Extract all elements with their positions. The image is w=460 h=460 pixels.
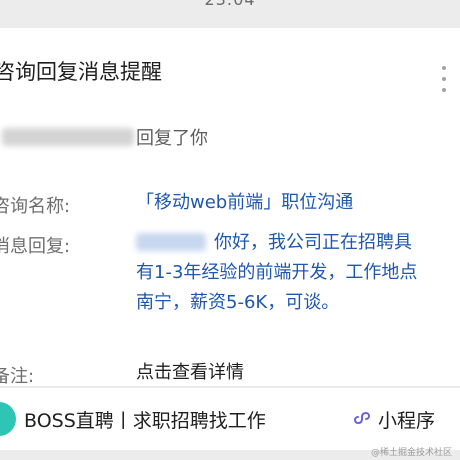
blurred-sender-name	[2, 128, 134, 146]
status-bar: 23:04	[0, 0, 460, 28]
mini-program-icon	[354, 411, 370, 424]
blurred-recruiter-name	[136, 233, 206, 251]
position-value: 「移动web前端」职位沟通	[136, 192, 354, 213]
mini-program-bar[interactable]: BOSS直聘丨求职招聘找工作 小程序	[0, 388, 460, 450]
mini-program-label: 小程序	[378, 410, 436, 432]
message-line: 南宁，薪资5-6K，可谈。	[136, 292, 340, 313]
status-time: 23:04	[0, 0, 460, 9]
reply-line: 回复了你	[0, 124, 208, 150]
brand-text: BOSS直聘丨求职招聘找工作	[24, 410, 266, 432]
view-details-link[interactable]: 点击查看详情	[136, 358, 244, 388]
boss-logo	[0, 402, 16, 436]
message-label: 消息回复:	[0, 236, 71, 257]
position-label: 咨询名称:	[0, 196, 71, 217]
message-line-text: 你好，我公司正在招聘具	[214, 232, 412, 253]
message-value: 你好，我公司正在招聘具 有1-3年经验的前端开发，工作地点 南宁，薪资5-6K，…	[136, 228, 460, 318]
message-line: 你好，我公司正在招聘具	[136, 228, 460, 258]
more-vertical-icon[interactable]	[438, 66, 450, 96]
notification-card[interactable]: 咨询回复消息提醒 回复了你 咨询名称: 「移动web前端」职位沟通 消息回复: …	[0, 28, 460, 388]
watermark: @稀土掘金技术社区	[370, 448, 452, 458]
card-title: 咨询回复消息提醒	[0, 60, 162, 84]
note-label: 备注:	[0, 366, 35, 387]
reply-text: 回复了你	[136, 128, 208, 149]
message-line: 有1-3年经验的前端开发，工作地点	[136, 262, 418, 283]
